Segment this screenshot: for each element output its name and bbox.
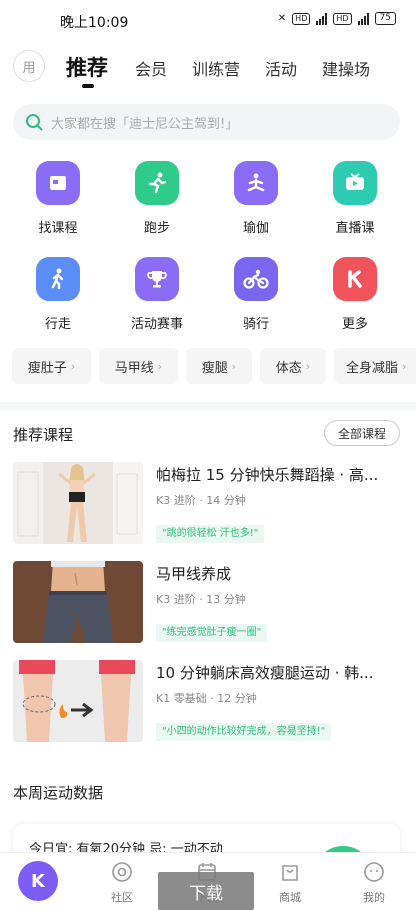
course-level: K3 进阶 [156,494,196,507]
chip-label: 瘦腿 [201,360,228,376]
more-icon [333,257,377,301]
profile-icon [364,862,384,882]
course-icon [36,161,80,205]
yoga-icon [234,161,278,205]
grid-label: 找课程 [38,221,78,236]
grid-item-yoga[interactable]: 瑜伽 [216,161,296,236]
grid-label: 瑜伽 [242,221,269,236]
chip-label: 瘦肚子 [27,360,67,376]
course-card[interactable]: 10 分钟躺床高效瘦腿运动 · 韩... K1 零基础 · 12 分钟 "小四的… [13,660,403,742]
battery-icon: 75 [374,12,396,25]
grid-item-walking[interactable]: 行走 [18,257,98,332]
nav-community[interactable]: 社区 [97,861,147,905]
course-review-tag: "练完感觉肚子瘦一圈" [156,624,268,642]
status-icons: ✕ HD HD 75 [278,12,396,25]
chip-legs[interactable]: 瘦腿 › [186,348,252,384]
chevron-right-icon: › [305,359,311,373]
course-duration: 14 分钟 [206,494,246,507]
tab-recommend[interactable]: 推荐 [66,52,108,82]
shopping-bag-icon [282,865,298,881]
signal-icon [316,12,328,25]
grid-label: 活动赛事 [130,317,183,332]
running-icon [135,161,179,205]
chip-posture[interactable]: 体态 › [260,348,326,384]
nav-mine[interactable]: 我的 [349,861,399,905]
course-thumbnail [13,462,143,544]
course-review-tag: "跳的很轻松 汗也多!" [156,525,265,543]
course-review-tag: "小四的动作比较好完成，容易坚持!" [156,723,332,741]
recommend-title: 推荐课程 [13,426,74,444]
hd-icon-2: HD [333,12,352,25]
nav-label: 我的 [363,891,385,904]
search-bar[interactable]: 大家都在搜「迪士尼公主驾到!」 [13,104,400,140]
community-icon [112,862,132,882]
grid-item-live-class[interactable]: 直播课 [315,161,395,236]
status-bar: 晚上10:09 ✕ HD HD 75 [0,0,416,40]
status-time: 晚上10:09 [60,15,129,31]
course-card[interactable]: 马甲线养成 K3 进阶 · 13 分钟 "练完感觉肚子瘦一圈" [13,561,403,643]
weekly-title: 本周运动数据 [13,784,104,802]
course-meta: K1 零基础 · 12 分钟 [156,692,257,705]
section-divider [0,402,416,410]
top-nav: 用 推荐 会员 训练营 活动 建操场 [0,48,416,88]
alarm-off-icon: ✕ [277,13,287,24]
chevron-right-icon: › [70,359,76,373]
grid-label: 骑行 [242,317,269,332]
course-title: 10 分钟躺床高效瘦腿运动 · 韩... [156,664,374,682]
all-courses-button[interactable]: 全部课程 [324,420,400,446]
grid-label: 跑步 [143,221,170,236]
grid-label: 直播课 [335,221,375,236]
trophy-icon [135,257,179,301]
nav-mall[interactable]: 商城 [265,861,315,905]
nav-label: 社区 [111,891,133,904]
course-card[interactable]: 帕梅拉 15 分钟快乐舞蹈操 · 高... K3 进阶 · 14 分钟 "跳的很… [13,462,403,544]
chip-fat-loss[interactable]: 全身减脂 › [334,348,416,384]
course-duration: 13 分钟 [206,593,246,606]
download-overlay-button[interactable]: 下载 [158,872,254,910]
course-title: 帕梅拉 15 分钟快乐舞蹈操 · 高... [156,466,379,484]
course-title: 马甲线养成 [156,565,232,583]
cycling-icon [234,257,278,301]
course-meta: K3 进阶 · 14 分钟 [156,494,246,507]
grid-item-events[interactable]: 活动赛事 [117,257,197,332]
tv-icon [333,161,377,205]
tab-camp[interactable]: 训练营 [192,56,240,80]
grid-label: 行走 [44,317,71,332]
tab-indicator [82,84,94,88]
course-level: K1 零基础 [156,692,207,705]
chip-label: 体态 [275,360,302,376]
search-icon [26,114,43,131]
hd-icon: HD [292,12,311,25]
course-thumbnail [13,561,143,643]
tab-workout-builder[interactable]: 建操场 [322,56,370,80]
grid-item-more[interactable]: 更多 [315,257,395,332]
tab-activity[interactable]: 活动 [265,56,297,80]
chip-label: 全身减脂 [346,360,399,376]
course-thumbnail [13,660,143,742]
grid-item-running[interactable]: 跑步 [117,161,197,236]
chip-label: 马甲线 [114,360,154,376]
search-placeholder: 大家都在搜「迪士尼公主驾到!」 [51,116,239,132]
chip-abs[interactable]: 马甲线 › [99,348,178,384]
nav-label: 商城 [279,891,301,904]
home-logo-button[interactable]: K [18,861,58,901]
avatar[interactable]: 用 [13,50,45,82]
walking-icon [36,257,80,301]
grid-item-find-course[interactable]: 找课程 [18,161,98,236]
course-meta: K3 进阶 · 13 分钟 [156,593,246,606]
tab-member[interactable]: 会员 [135,56,167,80]
chevron-right-icon: › [402,359,407,373]
course-duration: 12 分钟 [217,692,257,705]
chevron-right-icon: › [157,359,163,373]
grid-item-cycling[interactable]: 骑行 [216,257,296,332]
signal-icon-2 [357,12,369,25]
course-level: K3 进阶 [156,593,196,606]
grid-label: 更多 [341,317,368,332]
chevron-right-icon: › [231,359,237,373]
chip-belly[interactable]: 瘦肚子 › [12,348,91,384]
